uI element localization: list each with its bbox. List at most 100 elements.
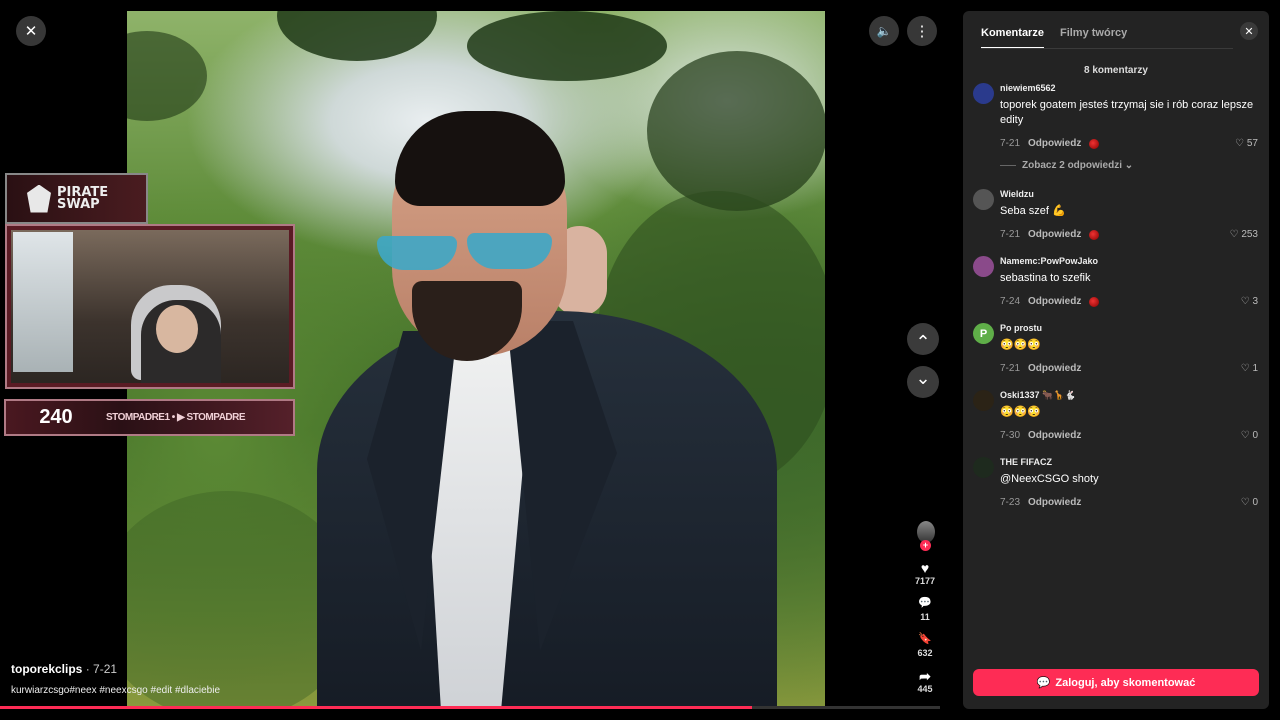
streamer-handles: STOMPADRE1 • ▶ STOMPADRE — [106, 412, 246, 423]
reply-button[interactable]: Odpowiedz — [1028, 229, 1081, 240]
avatar[interactable] — [973, 256, 994, 277]
comment-date: 7-24 — [1000, 296, 1021, 307]
close-icon: ✕ — [24, 23, 38, 40]
avatar[interactable] — [973, 390, 994, 411]
reply-button[interactable]: Odpowiedz — [1028, 497, 1081, 508]
previous-video-button[interactable]: ⌃ — [907, 323, 939, 355]
comment-like-button[interactable]: ♡ 1 — [1241, 363, 1258, 374]
heart-outline-icon: ♡ — [1240, 363, 1250, 374]
comment-like-count: 57 — [1246, 138, 1258, 149]
comment-like-count: 0 — [1252, 430, 1258, 441]
subscriber-count: 240 — [39, 406, 73, 428]
avatar[interactable]: P — [973, 323, 994, 344]
video-caption[interactable]: kurwiarzcsgo#neex #neexcsgo #edit #dlaci… — [11, 685, 220, 696]
comment-like-count: 3 — [1252, 296, 1258, 307]
creator-liked-icon — [1089, 296, 1100, 307]
comment-like-button[interactable]: ♡ 3 — [1241, 296, 1258, 307]
comment-date: 7-21 — [1000, 363, 1021, 374]
login-to-comment-button[interactable]: 💬 Zaloguj, aby skomentować — [973, 669, 1259, 696]
more-options-button[interactable]: ⋮ — [907, 16, 937, 46]
chevron-up-icon: ⌃ — [915, 332, 931, 352]
heart-outline-icon: ♡ — [1235, 138, 1245, 149]
more-icon: ⋮ — [914, 23, 930, 40]
comment-username[interactable]: Oski1337 🐂🦒🐇 — [1000, 390, 1076, 401]
comment-text: Seba szef 💪 — [1000, 205, 1066, 217]
comment-text: @NeexCSGO shoty — [1000, 473, 1099, 485]
volume-icon: 🔈 — [876, 24, 892, 38]
share-icon: ➦ — [919, 668, 931, 684]
reply-button[interactable]: Odpowiedz — [1028, 138, 1081, 149]
avatar[interactable] — [973, 457, 994, 478]
comment-like-button[interactable]: ♡ 57 — [1235, 138, 1258, 149]
comment-count-label: 8 komentarzy — [1084, 65, 1148, 76]
comment-like-button[interactable]: ♡ 253 — [1230, 229, 1258, 240]
heart-outline-icon: ♡ — [1240, 430, 1250, 441]
sponsor-brand: PIRATE SWAP — [57, 184, 109, 212]
login-label: Zaloguj, aby skomentować — [1055, 676, 1196, 689]
pirate-logo-icon — [27, 184, 51, 213]
bookmark-icon: 🔖 — [918, 633, 932, 645]
comment-username[interactable]: THE FIFACZ — [1000, 457, 1052, 467]
comment-item: niewiem6562 toporek goatem jesteś trzymaj… — [973, 83, 1263, 154]
video-progress-fill — [0, 706, 752, 709]
creator-liked-icon — [1089, 138, 1100, 149]
comment-icon: 💬 — [1036, 677, 1051, 689]
comment-like-count: 1 — [1252, 363, 1258, 374]
comment-count: 11 — [920, 612, 930, 622]
comment-item: Wieldzu Seba szef 💪 7-21 Odpowiedz ♡ 253 — [973, 189, 1263, 245]
volume-button[interactable]: 🔈 — [869, 16, 899, 46]
save-button[interactable]: 🔖 632 — [908, 632, 942, 658]
comment-username[interactable]: Namemc:PowPowJako — [1000, 256, 1098, 266]
panel-tabs: Komentarze Filmy twórcy — [981, 27, 1127, 49]
see-replies-button[interactable]: Zobacz 2 odpowiedzi ⌄ — [1000, 160, 1133, 171]
avatar[interactable] — [973, 189, 994, 210]
video-progress-bar[interactable] — [0, 706, 940, 709]
share-button[interactable]: ➦ 445 — [908, 668, 942, 694]
comment-button[interactable]: 💬 11 — [908, 596, 942, 622]
comment-username[interactable]: niewiem6562 — [1000, 83, 1056, 93]
comment-username[interactable]: Po prostu — [1000, 323, 1042, 333]
chevron-down-icon: ⌄ — [1124, 160, 1134, 171]
comment-username[interactable]: Wieldzu — [1000, 189, 1034, 199]
close-icon: ✕ — [1244, 25, 1254, 38]
share-count: 445 — [917, 684, 933, 694]
sunglasses — [377, 236, 457, 270]
comment-text: 😳😳😳 — [1000, 406, 1042, 418]
comment-text: 😳😳😳 — [1000, 339, 1042, 351]
streamer-webcam — [5, 224, 295, 389]
comment-text: toporek goatem jesteś trzymaj sie i rób … — [1000, 99, 1254, 126]
comment-item: Namemc:PowPowJako sebastina to szefik 7-24… — [973, 256, 1263, 312]
video-stage: ✕ 🔈 ⋮ ⌃ ⌄ PIRATE SWAP 240 STOMPADRE1 • ▶… — [0, 0, 950, 720]
panel-close-button[interactable]: ✕ — [1240, 22, 1258, 40]
comment-item: P Po prostu 😳😳😳 7-21 Odpowiedz ♡ 1 — [973, 323, 1263, 379]
comment-like-button[interactable]: ♡ 0 — [1241, 497, 1258, 508]
next-video-button[interactable]: ⌄ — [907, 366, 939, 398]
close-button[interactable]: ✕ — [16, 16, 46, 46]
heart-icon: ♥ — [920, 560, 930, 576]
tab-comments[interactable]: Komentarze — [981, 27, 1044, 49]
sponsor-overlay: PIRATE SWAP — [5, 173, 148, 224]
author-name[interactable]: toporekclips — [11, 662, 82, 676]
creator-liked-icon — [1089, 229, 1100, 240]
comment-date: 7-30 — [1000, 430, 1021, 441]
avatar[interactable] — [973, 83, 994, 104]
like-count: 7177 — [914, 576, 936, 586]
reply-button[interactable]: Odpowiedz — [1028, 363, 1081, 374]
like-button[interactable]: ♥ 7177 — [908, 560, 942, 586]
heart-outline-icon: ♡ — [1240, 296, 1250, 307]
comment-date: 7-21 — [1000, 138, 1021, 149]
comment-date: 7-23 — [1000, 497, 1021, 508]
comment-like-count: 0 — [1252, 497, 1258, 508]
heart-outline-icon: ♡ — [1240, 497, 1250, 508]
comment-item: THE FIFACZ @NeexCSGO shoty 7-23 Odpowiedz ♡ … — [973, 457, 1263, 513]
tab-creator-videos[interactable]: Filmy twórcy — [1060, 27, 1127, 49]
reply-button[interactable]: Odpowiedz — [1028, 430, 1081, 441]
video-author[interactable]: toporekclips · 7-21 — [11, 662, 117, 676]
see-replies-label: Zobacz 2 odpowiedzi — [1022, 160, 1123, 171]
comment-like-button[interactable]: ♡ 0 — [1241, 430, 1258, 441]
follow-plus-icon[interactable]: + — [920, 540, 931, 551]
reply-button[interactable]: Odpowiedz — [1028, 296, 1081, 307]
comment-item: Oski1337 🐂🦒🐇 😳😳😳 7-30 Odpowiedz ♡ 0 — [973, 390, 1263, 446]
heart-outline-icon: ♡ — [1229, 229, 1239, 240]
comment-date: 7-21 — [1000, 229, 1021, 240]
